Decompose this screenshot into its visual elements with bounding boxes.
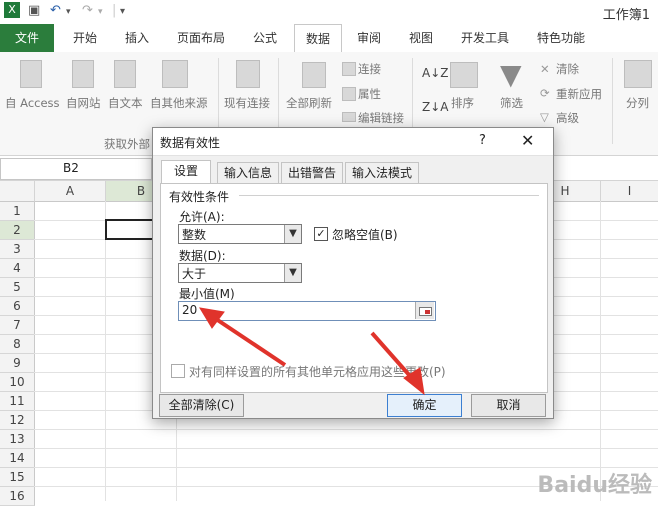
- annotation-arrowhead: [199, 307, 225, 329]
- annotation-arrows: [199, 307, 425, 396]
- annotation-arrow-min-value: [208, 313, 287, 367]
- watermark: Baidu经验: [537, 473, 652, 498]
